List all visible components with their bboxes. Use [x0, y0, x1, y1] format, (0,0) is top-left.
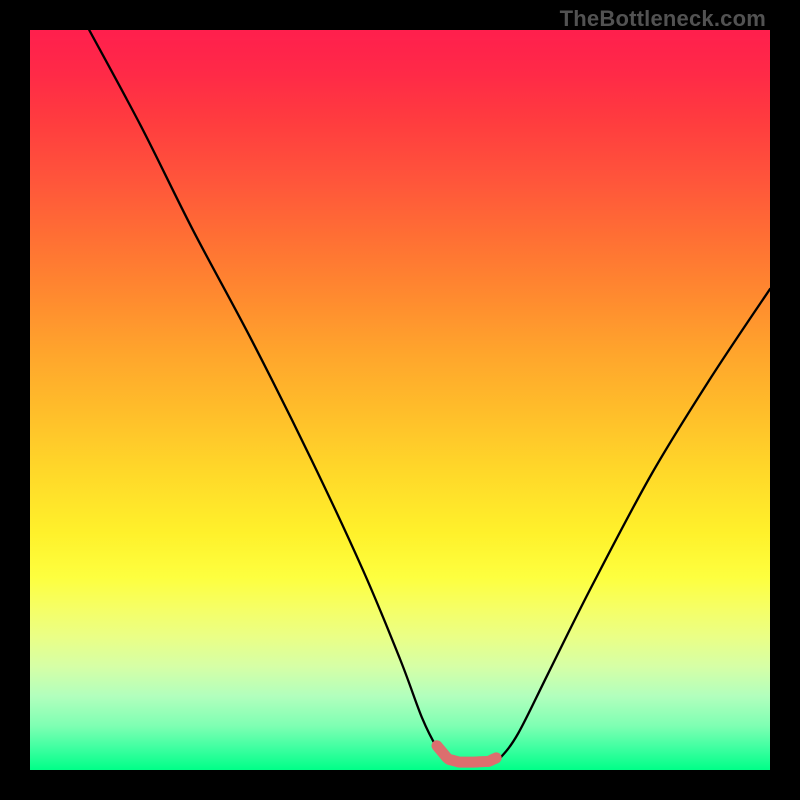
optimal-range-marker [437, 746, 496, 762]
chart-frame: TheBottleneck.com [0, 0, 800, 800]
watermark-text: TheBottleneck.com [560, 6, 766, 32]
plot-area [30, 30, 770, 770]
chart-svg [30, 30, 770, 770]
bottleneck-curve [89, 30, 770, 764]
